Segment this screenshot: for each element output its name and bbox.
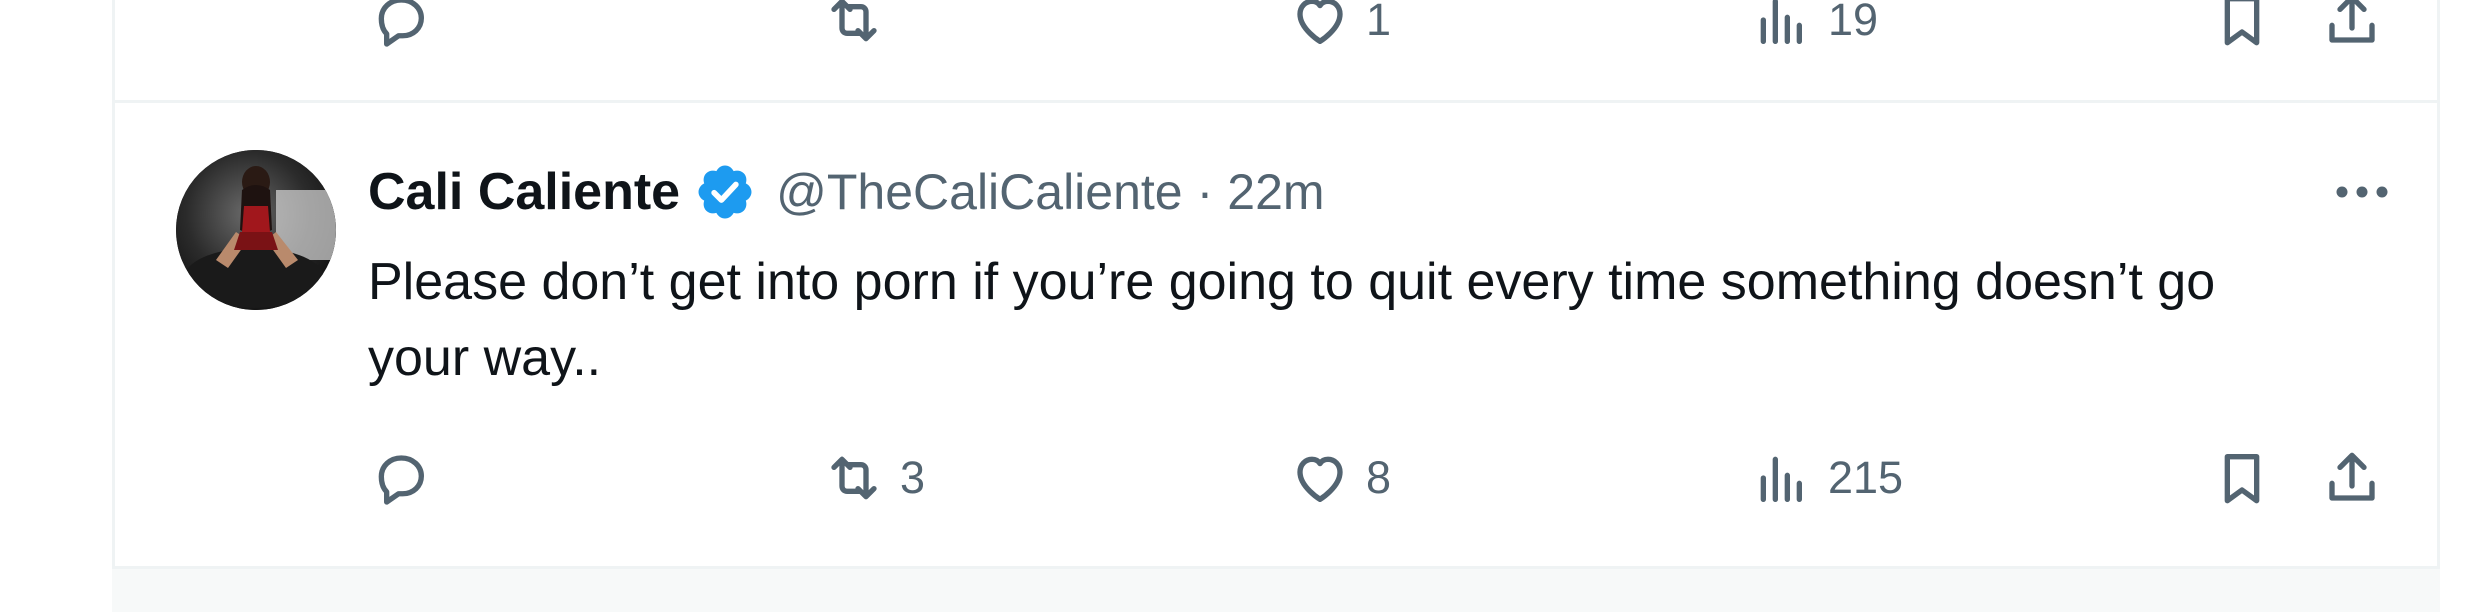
retweet-icon: [831, 0, 877, 42]
timestamp[interactable]: 22m: [1227, 163, 1324, 221]
previous-tweet-actions: 1 19: [0, 0, 2484, 50]
views-icon: [1760, 0, 1802, 44]
like-count: 1: [1366, 0, 1392, 45]
like-button[interactable]: 8: [1288, 448, 1391, 508]
handle[interactable]: @TheCaliCaliente: [776, 163, 1183, 221]
reply-icon: [378, 455, 424, 505]
bookmark-icon: [2224, 0, 2260, 46]
bookmark-icon: [2224, 454, 2260, 504]
next-tweet-placeholder: [112, 566, 2440, 612]
like-count: 8: [1366, 452, 1392, 503]
more-icon[interactable]: [2330, 170, 2394, 214]
retweet-button[interactable]: 3: [822, 448, 925, 508]
previous-retweet-button[interactable]: [822, 0, 900, 50]
view-count: 215: [1828, 452, 1904, 503]
display-name[interactable]: Cali Caliente: [368, 162, 680, 222]
view-count: 19: [1828, 0, 1879, 45]
separator: ·: [1196, 164, 1214, 220]
previous-views-button[interactable]: 19: [1750, 0, 1878, 50]
like-icon: [1297, 456, 1343, 502]
views-icon: [1760, 456, 1802, 502]
avatar-image: [176, 150, 336, 310]
bookmark-button[interactable]: [2210, 448, 2274, 508]
avatar[interactable]: [176, 150, 336, 310]
verified-badge-icon[interactable]: [694, 161, 756, 223]
reply-button[interactable]: [368, 448, 446, 508]
share-button[interactable]: [2320, 448, 2384, 508]
share-icon: [2329, 452, 2375, 501]
like-icon: [1297, 0, 1343, 44]
retweet-count: 3: [900, 452, 926, 503]
share-icon: [2329, 0, 2375, 43]
retweet-icon: [831, 456, 877, 500]
tweet-text: Please don’t get into porn if you’re goi…: [368, 253, 2216, 387]
tweet-divider: [115, 100, 2437, 103]
reply-icon: [378, 0, 424, 47]
views-button[interactable]: 215: [1750, 448, 1903, 508]
tweet-actions: 3 8 215: [0, 448, 2484, 508]
previous-like-button[interactable]: 1: [1288, 0, 1391, 50]
tweet-header: Cali Caliente @TheCaliCaliente · 22m: [368, 160, 1325, 224]
previous-share-button[interactable]: [2320, 0, 2384, 50]
previous-reply-button[interactable]: [368, 0, 446, 50]
previous-bookmark-button[interactable]: [2210, 0, 2274, 50]
